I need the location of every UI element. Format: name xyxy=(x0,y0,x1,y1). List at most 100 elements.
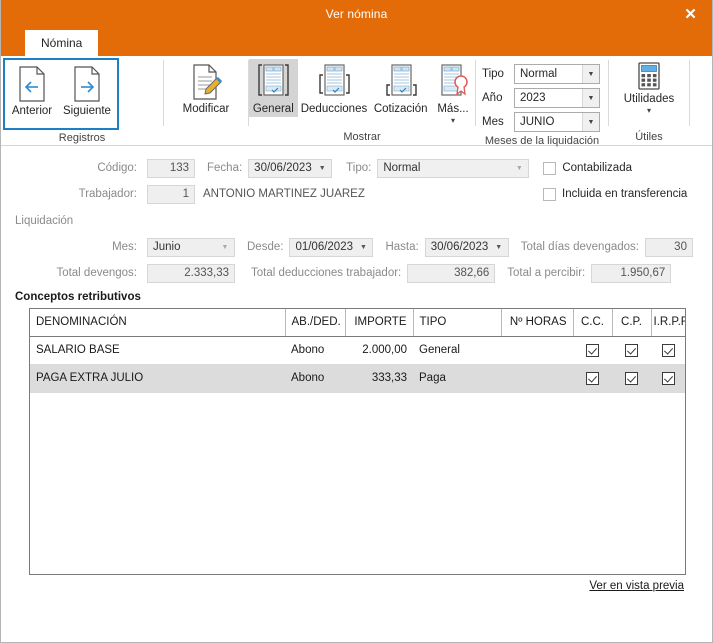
form-row-codigo: Código: 133 Fecha: 30/06/2023 ▼ Tipo: No… xyxy=(15,156,698,180)
cell-horas xyxy=(501,336,573,365)
contabilizada-checkbox-row[interactable]: Contabilizada xyxy=(543,161,632,175)
table-row[interactable]: SALARIO BASE Abono 2.000,00 General xyxy=(30,336,685,365)
cell-irpf[interactable] xyxy=(651,364,685,393)
deducciones-button[interactable]: Deducciones xyxy=(298,59,371,117)
col-denominacion[interactable]: DENOMINACIÓN xyxy=(30,309,286,337)
cotizacion-button[interactable]: Cotización xyxy=(370,59,431,117)
form-row-totales: Total devengos: 2.333,33 Total deduccion… xyxy=(15,261,698,285)
cell-importe: 2.000,00 xyxy=(345,336,413,365)
utilidades-button[interactable]: Utilidades ▾ xyxy=(619,59,680,117)
table-header-row: DENOMINACIÓN AB./DED. IMPORTE TIPO Nº HO… xyxy=(30,309,685,337)
ver-vista-previa-link[interactable]: Ver en vista previa xyxy=(589,580,684,592)
cc-checkbox[interactable] xyxy=(586,343,599,357)
cell-cp[interactable] xyxy=(612,336,651,365)
irpf-checkbox[interactable] xyxy=(661,371,675,385)
hasta-datepicker[interactable]: 30/06/2023 ▼ xyxy=(424,237,509,257)
chevron-down-icon[interactable]: ▼ xyxy=(218,239,232,256)
tipo-value: Normal xyxy=(383,162,421,174)
siguiente-button[interactable]: Siguiente xyxy=(58,61,116,127)
chevron-down-icon[interactable]: ▾ xyxy=(647,107,651,115)
col-cp[interactable]: C.P. xyxy=(612,309,652,337)
cell-horas xyxy=(501,364,573,393)
general-button[interactable]: General xyxy=(249,59,298,117)
fecha-label: Fecha: xyxy=(207,162,243,174)
ribbon-mes-label: Mes xyxy=(482,116,504,128)
close-icon[interactable]: ✕ xyxy=(669,0,712,28)
cell-ab-ded: Abono xyxy=(285,364,345,393)
chevron-down-icon[interactable]: ▼ xyxy=(582,65,599,83)
page-edit-icon xyxy=(190,62,222,102)
col-importe[interactable]: IMPORTE xyxy=(345,309,414,337)
ribbon-group-utiles: Utilidades ▾ Útiles xyxy=(609,56,689,146)
cp-checkbox[interactable] xyxy=(625,371,638,385)
cell-denominacion: PAGA EXTRA JULIO xyxy=(30,364,285,393)
codigo-label: Código: xyxy=(97,162,137,174)
trabajador-label: Trabajador: xyxy=(78,188,137,200)
total-percibir-label: Total a percibir: xyxy=(507,267,586,279)
deducciones-label: Deducciones xyxy=(300,103,368,115)
mes-select[interactable]: Junio ▼ xyxy=(147,237,235,257)
cell-cp[interactable] xyxy=(612,364,651,393)
mas-label: Más... xyxy=(437,103,469,115)
fecha-datepicker[interactable]: 30/06/2023 ▼ xyxy=(248,158,333,178)
cell-cc[interactable] xyxy=(573,336,612,365)
cell-importe: 333,33 xyxy=(345,364,413,393)
modificar-button[interactable]: Modificar xyxy=(178,59,235,117)
trabajador-code-field: 1 xyxy=(147,184,195,204)
contabilizada-checkbox[interactable] xyxy=(543,161,557,175)
cc-checkbox[interactable] xyxy=(586,371,599,385)
chevron-down-icon[interactable]: ▼ xyxy=(356,239,370,256)
ver-nomina-window: Ver nómina ✕ Nómina Anterior Siguiente R… xyxy=(0,0,713,643)
total-deducciones-label: Total deducciones trabajador: xyxy=(251,267,402,279)
ribbon-mes-select[interactable]: JUNIO ▼ xyxy=(514,112,600,132)
col-cc[interactable]: C.C. xyxy=(573,309,613,337)
transferencia-checkbox-row[interactable]: Incluida en transferencia xyxy=(543,187,688,201)
form-area: Código: 133 Fecha: 30/06/2023 ▼ Tipo: No… xyxy=(1,146,712,285)
ribbon-group-meses: Tipo Normal ▼ Año 2023 ▼ Mes JUNIO ▼ Mes… xyxy=(476,56,608,147)
ribbon-tipo-label: Tipo xyxy=(482,68,504,80)
anterior-button[interactable]: Anterior xyxy=(6,61,58,127)
col-horas[interactable]: Nº HORAS xyxy=(501,309,574,337)
ribbon-tipo-row: Tipo Normal ▼ xyxy=(482,63,600,85)
siguiente-label: Siguiente xyxy=(63,105,111,117)
utilidades-label: Utilidades xyxy=(623,93,675,105)
ribbon-ano-row: Año 2023 ▼ xyxy=(482,87,600,109)
report-deductions-icon xyxy=(316,62,352,102)
cell-cc[interactable] xyxy=(573,364,612,393)
cell-tipo: General xyxy=(413,336,501,365)
cp-checkbox[interactable] xyxy=(625,343,638,357)
chevron-down-icon[interactable]: ▼ xyxy=(582,89,599,107)
transferencia-label: Incluida en transferencia xyxy=(562,188,688,200)
mas-button[interactable]: Más... ▾ xyxy=(431,59,475,127)
chevron-down-icon[interactable]: ▼ xyxy=(582,113,599,131)
tipo-label: Tipo: xyxy=(346,162,372,174)
contabilizada-label: Contabilizada xyxy=(562,162,632,174)
desde-value: 01/06/2023 xyxy=(295,241,353,253)
chevron-down-icon[interactable]: ▾ xyxy=(451,117,455,125)
ribbon-tipo-select[interactable]: Normal ▼ xyxy=(514,64,600,84)
col-irpf[interactable]: I.R.P.F. xyxy=(651,309,685,337)
page-prev-icon xyxy=(17,64,47,104)
calculator-icon xyxy=(635,62,663,92)
table-row[interactable]: PAGA EXTRA JULIO Abono 333,33 Paga xyxy=(30,364,685,393)
ribbon-ano-select[interactable]: 2023 ▼ xyxy=(514,88,600,108)
total-dias-label: Total días devengados: xyxy=(520,241,639,253)
tipo-select[interactable]: Normal ▼ xyxy=(377,158,530,178)
col-ab-ded[interactable]: AB./DED. xyxy=(285,309,346,337)
liquidacion-label: Liquidación xyxy=(15,215,74,227)
tab-nomina[interactable]: Nómina xyxy=(25,30,99,56)
col-tipo[interactable]: TIPO xyxy=(413,309,502,337)
chevron-down-icon[interactable]: ▼ xyxy=(315,160,329,177)
cell-irpf[interactable] xyxy=(651,336,685,365)
total-dias-field: 30 xyxy=(644,237,693,257)
desde-label: Desde: xyxy=(247,241,284,253)
transferencia-checkbox[interactable] xyxy=(543,187,556,201)
chevron-down-icon[interactable]: ▼ xyxy=(512,160,526,177)
window-title: Ver nómina xyxy=(325,7,388,21)
title-bar: Ver nómina ✕ xyxy=(1,0,712,28)
fecha-value: 30/06/2023 xyxy=(254,162,312,174)
form-row-trabajador: Trabajador: 1 ANTONIO MARTINEZ JUAREZ In… xyxy=(15,182,698,206)
chevron-down-icon[interactable]: ▼ xyxy=(492,239,506,256)
desde-datepicker[interactable]: 01/06/2023 ▼ xyxy=(289,237,374,257)
irpf-checkbox[interactable] xyxy=(661,343,675,357)
